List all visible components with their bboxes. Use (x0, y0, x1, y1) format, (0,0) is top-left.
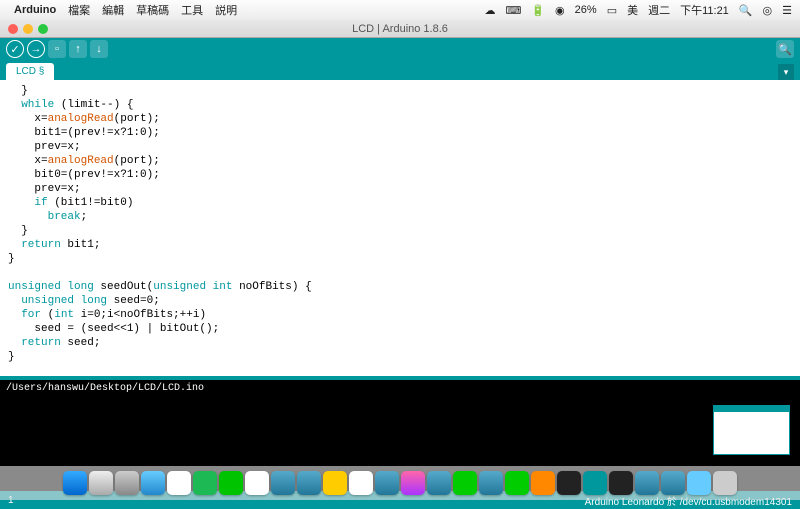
save-button[interactable]: ↓ (90, 40, 108, 58)
dock-steam[interactable] (557, 471, 581, 495)
verify-button[interactable]: ✓ (6, 40, 24, 58)
new-button[interactable]: ▫ (48, 40, 66, 58)
menu-edit[interactable]: 編輯 (102, 2, 124, 18)
console-path: /Users/hanswu/Desktop/LCD/LCD.ino (6, 383, 794, 394)
close-button[interactable] (8, 24, 18, 34)
clock[interactable]: 下午11:21 (680, 2, 729, 18)
dock-settings[interactable] (115, 471, 139, 495)
dock-photos[interactable] (349, 471, 373, 495)
cloud-icon[interactable]: ☁ (484, 4, 495, 17)
dock-folder[interactable] (687, 471, 711, 495)
battery-bar-icon: ▭ (607, 4, 617, 17)
pip-window[interactable] (713, 405, 790, 455)
dock-chrome[interactable] (167, 471, 191, 495)
menu-tools[interactable]: 工具 (181, 2, 203, 18)
dock-app3[interactable] (479, 471, 503, 495)
menu-help[interactable]: 説明 (215, 2, 237, 18)
spotlight-icon[interactable]: 🔍 (739, 4, 753, 17)
dock-launchpad[interactable] (89, 471, 113, 495)
dock-calendar[interactable] (245, 471, 269, 495)
siri-icon[interactable]: ◎ (763, 4, 773, 17)
dock-notes[interactable] (323, 471, 347, 495)
dock-line[interactable] (219, 471, 243, 495)
battery-pct: 26% (575, 4, 597, 16)
serial-monitor-button[interactable]: 🔍 (776, 40, 794, 58)
day-label: 週二 (648, 2, 670, 18)
window-titlebar: LCD | Arduino 1.8.6 (0, 20, 800, 38)
upload-button[interactable]: → (27, 40, 45, 58)
dock-app6[interactable] (661, 471, 685, 495)
dock-trash[interactable] (713, 471, 737, 495)
minimize-button[interactable] (23, 24, 33, 34)
dock-appstore[interactable] (375, 471, 399, 495)
dock-terminal[interactable] (609, 471, 633, 495)
bluetooth-icon[interactable]: ⌨ (505, 4, 521, 17)
dock-messages[interactable] (505, 471, 529, 495)
dock-app4[interactable] (531, 471, 555, 495)
dock-app5[interactable] (635, 471, 659, 495)
window-title: LCD | Arduino 1.8.6 (352, 23, 448, 35)
dock-facetime[interactable] (453, 471, 477, 495)
dock-mail[interactable] (427, 471, 451, 495)
battery-icon[interactable]: 🔋 (531, 4, 545, 17)
dock-app2[interactable] (297, 471, 321, 495)
arduino-toolbar: ✓ → ▫ ↑ ↓ 🔍 (0, 38, 800, 60)
zoom-button[interactable] (38, 24, 48, 34)
macos-dock (0, 466, 800, 500)
ime-indicator[interactable]: 美 (627, 2, 638, 18)
wifi-icon[interactable]: ◉ (555, 4, 565, 17)
macos-menubar: Arduino 檔案 編輯 草稿碼 工具 説明 ☁ ⌨ 🔋 ◉ 26% ▭ 美 … (0, 0, 800, 20)
code-editor[interactable]: } while (limit--) { x=analogRead(port); … (0, 80, 800, 376)
open-button[interactable]: ↑ (69, 40, 87, 58)
menu-file[interactable]: 檔案 (68, 2, 90, 18)
dock-app1[interactable] (271, 471, 295, 495)
app-name[interactable]: Arduino (14, 4, 56, 16)
tab-menu-button[interactable]: ▾ (778, 64, 794, 80)
dock-spotify[interactable] (193, 471, 217, 495)
dock-arduino[interactable] (583, 471, 607, 495)
tab-lcd[interactable]: LCD § (6, 63, 54, 80)
dock-itunes[interactable] (401, 471, 425, 495)
menu-sketch[interactable]: 草稿碼 (136, 2, 169, 18)
dock-safari[interactable] (141, 471, 165, 495)
dock-finder[interactable] (63, 471, 87, 495)
notifications-icon[interactable]: ☰ (782, 4, 792, 17)
tab-bar: LCD § ▾ (0, 60, 800, 80)
